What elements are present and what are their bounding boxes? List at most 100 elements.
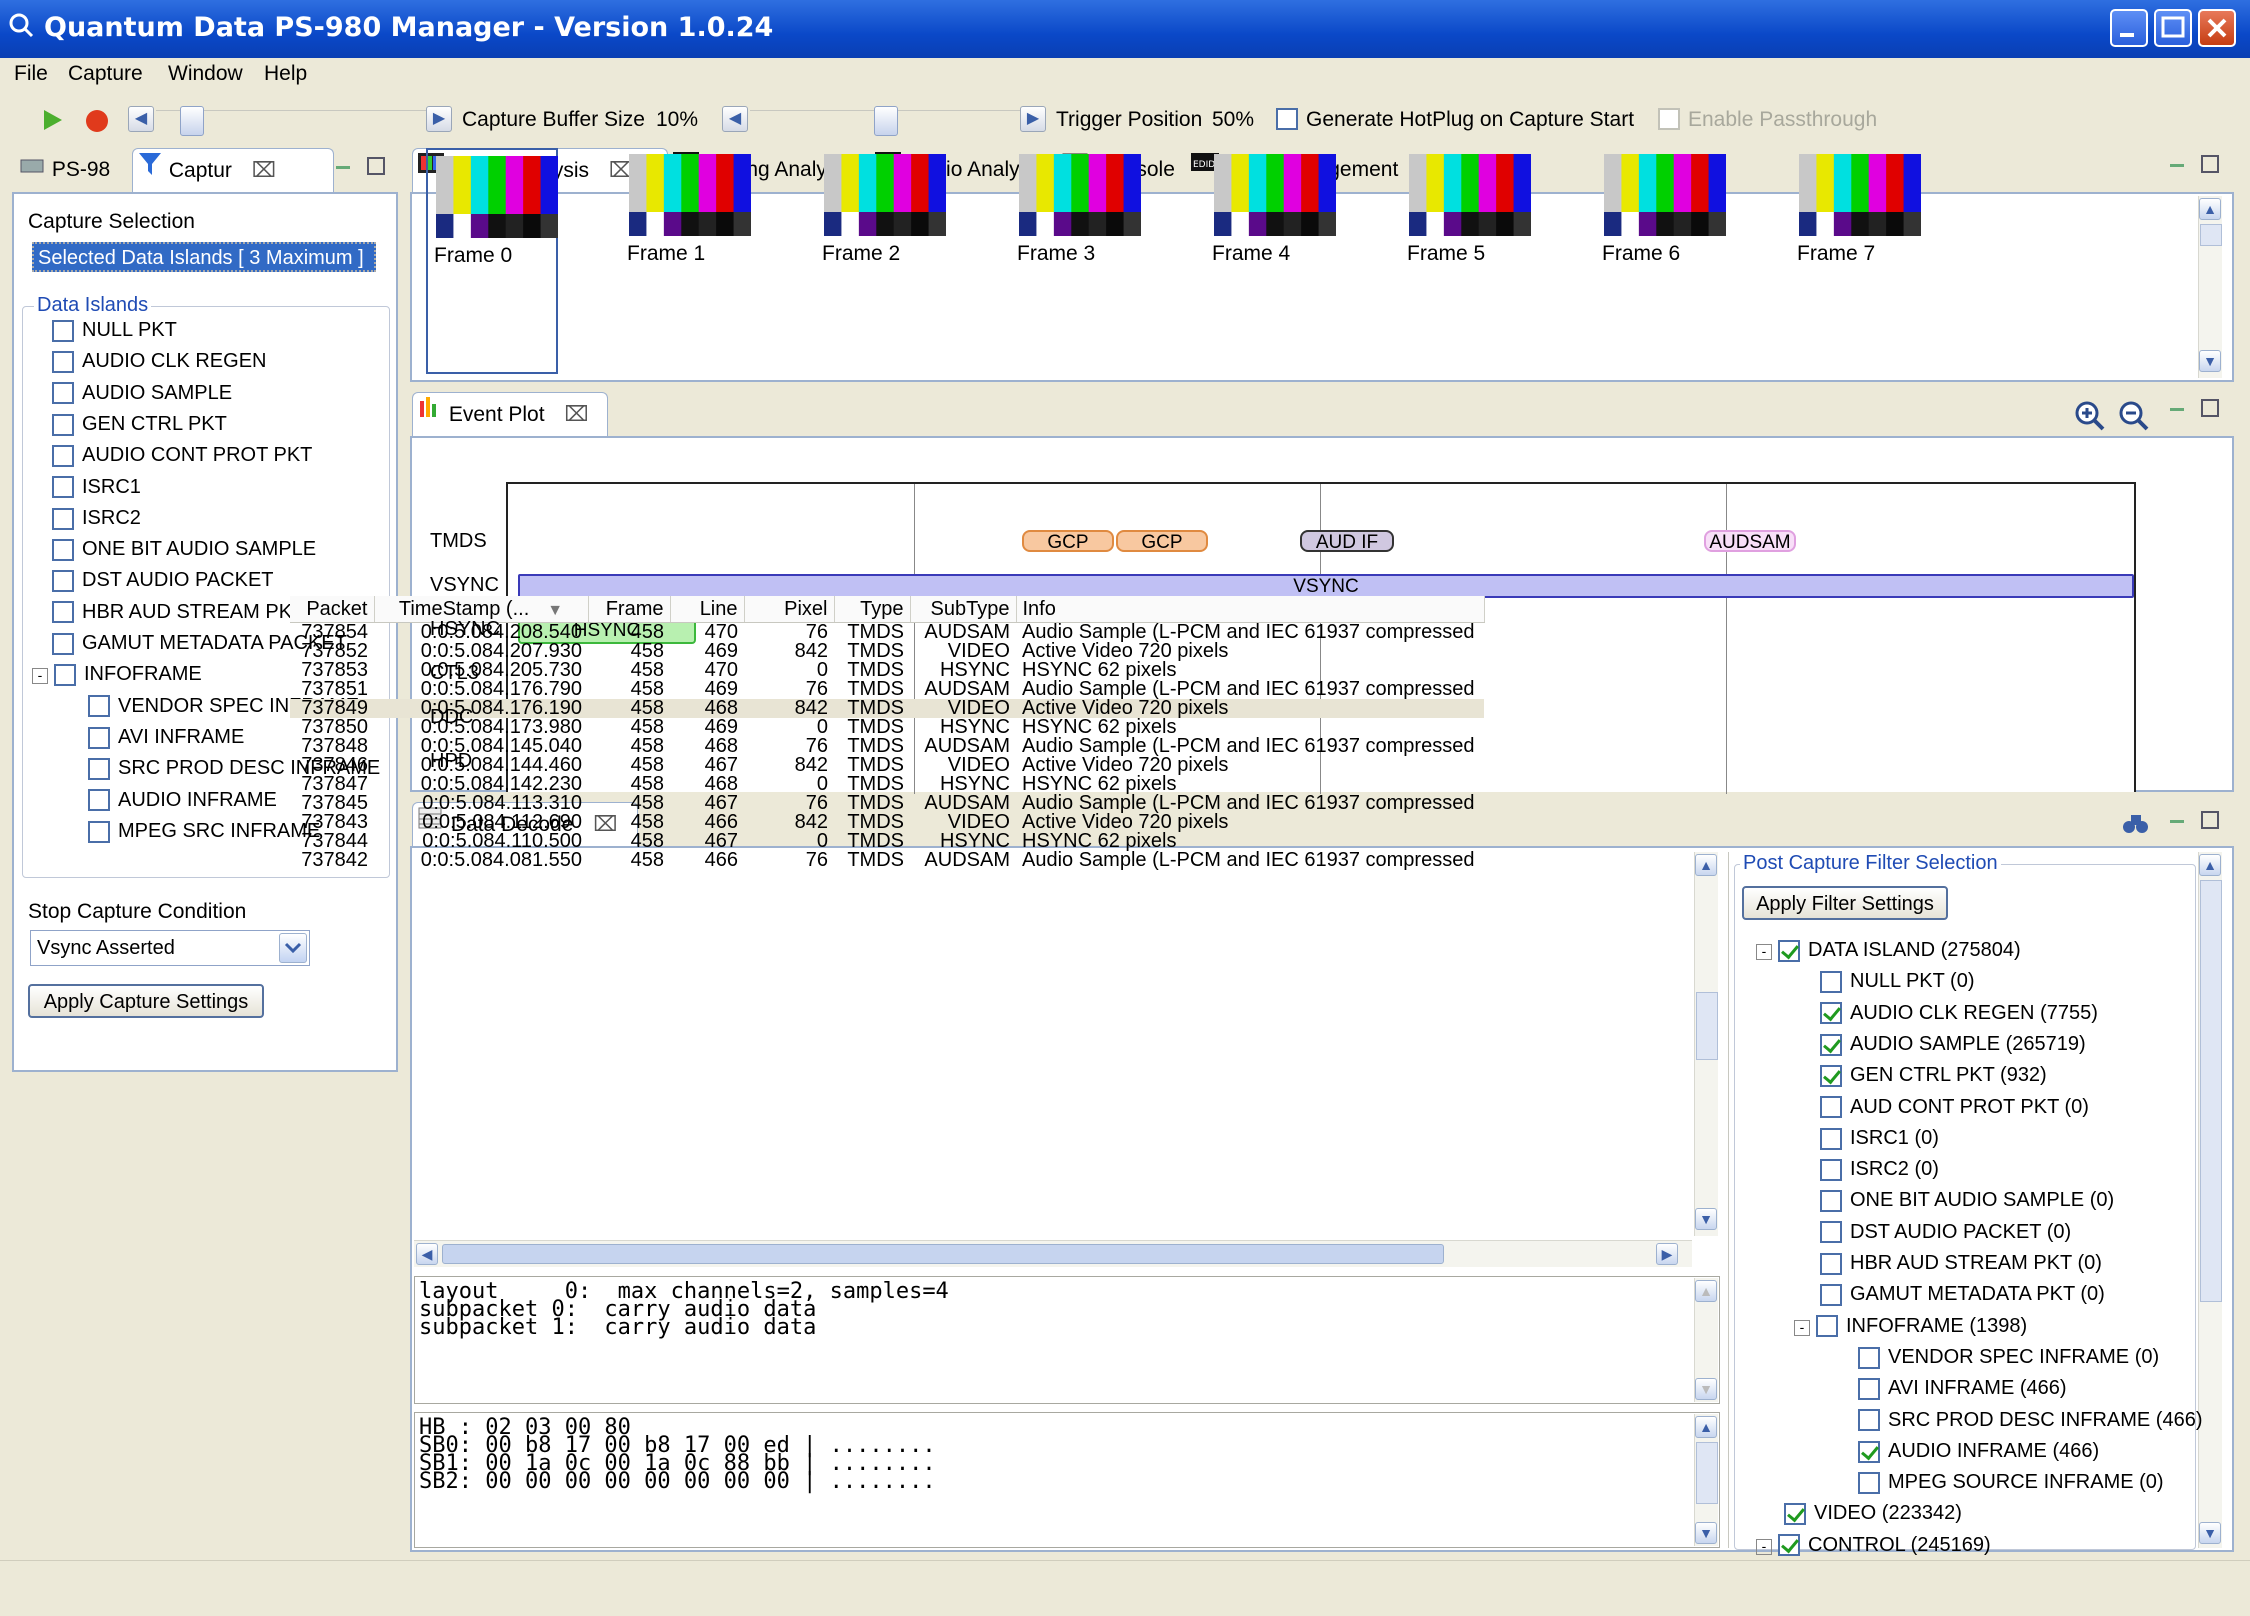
checkbox[interactable] [1820,1096,1842,1119]
close-tab-icon[interactable]: ⌧ [564,403,588,426]
scroll-up-icon[interactable]: ▲ [1695,854,1717,876]
column-header[interactable]: Frame [588,596,671,623]
filter-item[interactable]: HBR AUD STREAM PKT (0) [1820,1249,2102,1277]
menu-window[interactable]: Window [168,62,243,86]
table-row[interactable]: 737842 0:0:5.084.081.550 458 466 76 TMDS AUDSA… [290,851,1484,870]
checkbox[interactable] [1820,1221,1842,1244]
close-button[interactable] [2198,9,2236,47]
hex-dump-area[interactable]: HB : 02 03 00 80 SB0: 00 b8 17 00 b8 17 … [414,1412,1720,1548]
filter-infoframe-item[interactable]: AUDIO INFRAME (466) [1858,1437,2099,1465]
scroll-up-icon[interactable]: ▲ [2199,198,2221,220]
scroll-up-icon[interactable]: ▲ [2199,854,2221,876]
checkbox[interactable] [52,351,74,374]
filter-scrollbar[interactable]: ▲ ▼ [2198,852,2222,1548]
column-header[interactable]: Type [834,596,911,623]
checkbox[interactable] [1858,1346,1880,1369]
frame-thumbnail[interactable]: Frame 0 [426,148,559,374]
menu-capture[interactable]: Capture [68,62,143,86]
detail-scrollbar[interactable]: ▲ ▼ [1694,1278,1718,1402]
maximize-view-icon[interactable] [2200,154,2222,182]
sort-desc-icon[interactable]: ▼ [547,602,563,619]
checkbox[interactable] [54,664,76,687]
chevron-down-icon[interactable] [279,933,307,963]
checkbox[interactable] [1778,1534,1800,1557]
event-gcp[interactable]: GCP [1022,530,1114,553]
checkbox[interactable] [88,726,110,749]
filter-infoframe-item[interactable]: VENDOR SPEC INFRAME (0) [1858,1343,2159,1371]
event-gcp[interactable]: GCP [1116,530,1208,553]
filter-control[interactable]: - CONTROL (245169) [1756,1531,1991,1559]
event-audsam[interactable]: AUDSAM [1704,530,1796,553]
filter-item[interactable]: DST AUDIO PACKET (0) [1820,1218,2071,1246]
checkbox[interactable] [52,382,74,405]
checkbox[interactable] [1820,1252,1842,1275]
hex-scrollbar[interactable]: ▲ ▼ [1694,1414,1718,1546]
table-row[interactable]: 737843 0:0:5.084.112.690 458 466 842 TMDS VIDE… [290,813,1484,832]
column-header[interactable]: Pixel [744,596,835,623]
checkbox[interactable] [52,570,74,593]
checkbox[interactable] [1820,1284,1842,1307]
checkbox[interactable] [52,413,74,436]
frame-thumbnail[interactable]: Frame 2 [816,148,948,370]
checkbox[interactable] [52,632,74,655]
menu-help[interactable]: Help [264,62,307,86]
scroll-up-icon[interactable]: ▲ [1695,1280,1717,1302]
maximize-button[interactable] [2154,9,2192,47]
filter-infoframe-item[interactable]: MPEG SOURCE INFRAME (0) [1858,1468,2164,1496]
column-header[interactable]: Line [670,596,745,623]
scroll-thumb[interactable] [1696,1442,1718,1504]
collapse-icon[interactable]: - [1756,944,1772,960]
scroll-down-icon[interactable]: ▼ [1695,1378,1717,1400]
island-item[interactable]: AUDIO SAMPLE [52,379,232,407]
zoom-out-icon[interactable] [2118,400,2150,438]
filter-item[interactable]: NULL PKT (0) [1820,967,1974,995]
scroll-down-icon[interactable]: ▼ [2199,350,2221,372]
maximize-view-icon[interactable] [2200,810,2222,838]
stop-condition-select[interactable]: Vsync Asserted [30,930,310,966]
column-header[interactable]: SubType [910,596,1017,623]
close-tab-icon[interactable]: ⌧ [252,159,276,182]
checkbox[interactable] [1820,971,1842,994]
filter-item[interactable]: GAMUT METADATA PKT (0) [1820,1280,2105,1308]
apply-capture-settings-button[interactable]: Apply Capture Settings [28,984,264,1018]
checkbox[interactable] [1820,1064,1842,1087]
table-row[interactable]: 737844 0:0:5.084.110.500 458 467 0 TMDS HSYNC H… [290,832,1484,851]
table-row[interactable]: 737852 0:0:5.084.207.930 458 469 842 TMDS VIDE… [290,642,1484,661]
apply-filter-settings-button[interactable]: Apply Filter Settings [1742,886,1948,920]
tab-capture[interactable]: Captur ⌧ [132,148,334,193]
filter-item[interactable]: AUD CONT PROT PKT (0) [1820,1093,2089,1121]
filter-video[interactable]: VIDEO (223342) [1784,1499,1962,1527]
checkbox[interactable] [1778,939,1800,962]
checkbox[interactable] [1858,1377,1880,1400]
frame-thumbnail[interactable]: Frame 3 [1011,148,1143,370]
infoframe-item[interactable]: AUDIO INFRAME [88,786,277,814]
table-scrollbar-horizontal[interactable]: ◀ ▶ [414,1240,1692,1267]
table-row[interactable]: 737845 0:0:5.084.113.310 458 467 76 TMDS AUDSA… [290,794,1484,813]
filter-item[interactable]: AUDIO CLK REGEN (7755) [1820,999,2098,1027]
buffer-slider-thumb[interactable] [180,106,204,136]
trigger-decrease-button[interactable]: ◀ [722,106,748,132]
filter-infoframe-item[interactable]: SRC PROD DESC INFRAME (466) [1858,1406,2203,1434]
checkbox[interactable] [1820,1002,1842,1025]
filter-item[interactable]: - INFOFRAME (1398) [1794,1312,2027,1340]
collapse-icon[interactable]: - [32,668,48,685]
filter-data-island[interactable]: - DATA ISLAND (275804) [1756,936,2021,964]
island-item[interactable]: AUDIO CONT PROT PKT [52,441,312,469]
filter-item[interactable]: AUDIO SAMPLE (265719) [1820,1030,2086,1058]
scroll-thumb[interactable] [2200,224,2222,246]
checkbox[interactable] [52,601,74,624]
checkbox[interactable] [1820,1158,1842,1181]
checkbox[interactable] [1858,1440,1880,1463]
island-item[interactable]: ISRC2 [52,504,141,532]
island-item[interactable]: - INFOFRAME [32,660,202,688]
zoom-in-icon[interactable] [2074,400,2106,438]
island-item[interactable]: NULL PKT [52,316,177,344]
scroll-thumb[interactable] [1696,992,1718,1060]
trigger-slider-thumb[interactable] [874,106,898,136]
scroll-down-icon[interactable]: ▼ [2199,1522,2221,1544]
filter-item[interactable]: ISRC1 (0) [1820,1124,1939,1152]
checkbox[interactable] [52,319,74,342]
checkbox[interactable] [1820,1127,1842,1150]
passthrough-checkbox[interactable] [1658,107,1680,131]
checkbox[interactable] [52,538,74,561]
